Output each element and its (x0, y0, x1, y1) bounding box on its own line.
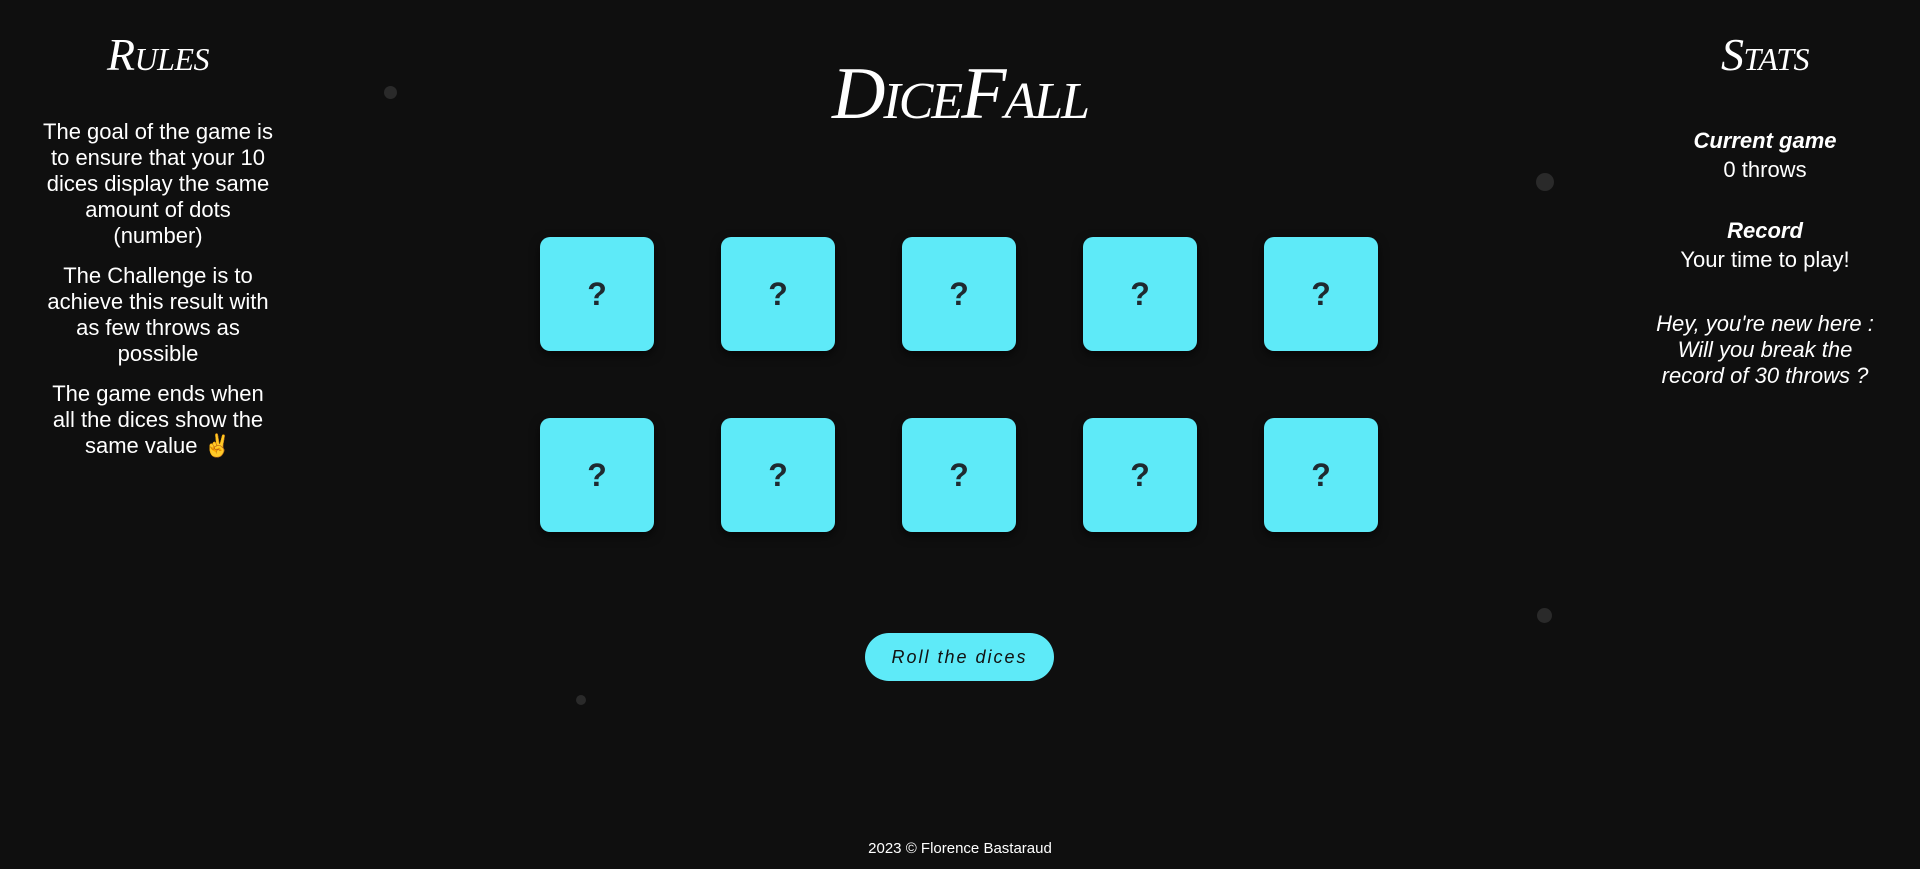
die[interactable]: ? (1264, 418, 1378, 532)
die[interactable]: ? (1264, 237, 1378, 351)
roll-dices-button[interactable]: Roll the dices (865, 633, 1054, 681)
dice-grid: ? ? ? ? ? ? ? ? ? ? (540, 237, 1380, 532)
footer-copyright: 2023 © Florence Bastaraud (868, 840, 1052, 857)
rule-challenge: The Challenge is to achieve this result … (47, 263, 269, 366)
die[interactable]: ? (721, 237, 835, 351)
current-game-value: 0 throws (1723, 157, 1807, 182)
rule-end: The game ends when all the dices show th… (52, 381, 264, 458)
page: Rules The goal of the game is to ensure … (0, 0, 1920, 869)
record-label: Record (1727, 218, 1803, 243)
decorative-bubble (576, 695, 586, 705)
die[interactable]: ? (540, 418, 654, 532)
current-game-label: Current game (1693, 128, 1837, 153)
die[interactable]: ? (902, 418, 1016, 532)
decorative-bubble (1536, 173, 1554, 191)
die[interactable]: ? (1083, 418, 1197, 532)
decorative-bubble (1537, 608, 1552, 623)
die[interactable]: ? (721, 418, 835, 532)
stats-panel: Stats Current game 0 throws Record Your … (1640, 0, 1890, 389)
stats-title: Stats (1720, 29, 1810, 80)
die[interactable]: ? (902, 237, 1016, 351)
die[interactable]: ? (540, 237, 654, 351)
record-challenge-note: Hey, you're new here : Will you break th… (1656, 311, 1874, 388)
die[interactable]: ? (1083, 237, 1197, 351)
game-title: DiceFall (831, 53, 1090, 135)
record-value: Your time to play! (1680, 247, 1850, 272)
rule-goal: The goal of the game is to ensure that y… (43, 119, 273, 248)
